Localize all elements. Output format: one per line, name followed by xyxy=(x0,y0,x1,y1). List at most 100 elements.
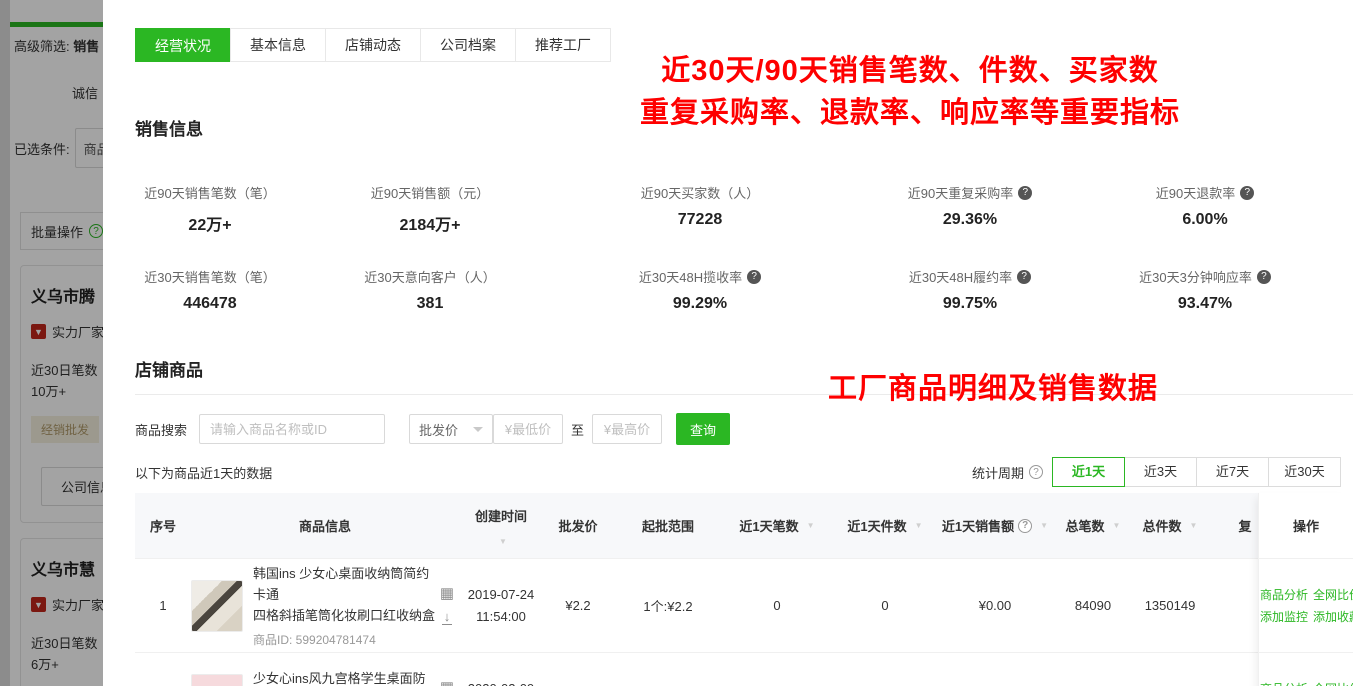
period-selector: 统计周期 ? 近1天 近3天 近7天 近30天 xyxy=(972,457,1341,487)
col-total-orders: 总笔数 ▼ xyxy=(1051,516,1135,535)
cell-created: 2020-02-09 23:13:00 xyxy=(459,681,543,686)
metric-value: 99.75% xyxy=(825,295,1115,313)
row-actions: 商品分析全网比价 添加监控添加收藏 xyxy=(1259,559,1353,653)
col-day-sales-label: 近1天销售额 xyxy=(942,516,1014,535)
metric-refund-rate-90d: 近90天退款率? 6.00% xyxy=(1115,183,1295,235)
price-type-select[interactable]: 批发价 xyxy=(409,414,493,444)
metric-buyers-90d: 近90天买家数（人） 77228 xyxy=(575,183,825,235)
metric-3min-response-30d: 近30天3分钟响应率? 93.47% xyxy=(1115,267,1295,313)
col-day-orders: 近1天笔数 ▼ xyxy=(723,516,831,535)
period-button-group: 近1天 近3天 近7天 近30天 xyxy=(1053,457,1341,487)
help-icon[interactable]: ? xyxy=(1018,519,1032,533)
metric-value: 446478 xyxy=(135,295,285,313)
cell-total-items: 1350149 xyxy=(1135,598,1205,613)
tab-business-status[interactable]: 经营状况 xyxy=(135,28,231,62)
cell-product-info: 少女心ins风九宫格学生桌面防尘抽 屉式收纳盒文具首饰化妆品收纳 ▦ ↓ xyxy=(191,668,459,686)
period-30day-button[interactable]: 近30天 xyxy=(1268,457,1341,487)
metric-label: 近30天3分钟响应率 xyxy=(1139,267,1252,286)
col-day-orders-label: 近1天笔数 xyxy=(739,516,798,535)
price-compare-link[interactable]: 全网比价 xyxy=(1313,588,1353,602)
col-total-items: 总件数▼ xyxy=(1135,516,1205,535)
col-created-label: 创建时间 xyxy=(475,506,527,525)
sort-icon[interactable]: ▼ xyxy=(1113,521,1121,530)
metric-value: 6.00% xyxy=(1115,211,1295,229)
metric-48h-pickup-30d: 近30天48H揽收率? 99.29% xyxy=(575,267,825,313)
row-actions: 商品分析全网比价 添加监控添加收藏 xyxy=(1259,653,1353,686)
col-actions: 操作 xyxy=(1259,493,1353,559)
product-thumbnail[interactable] xyxy=(191,580,243,632)
created-date: 2019-07-24 xyxy=(468,587,535,602)
cell-price: ¥2.2 xyxy=(543,598,613,613)
col-total-orders-label: 总笔数 xyxy=(1066,516,1105,535)
add-favorite-link[interactable]: 添加收藏 xyxy=(1313,610,1353,624)
cell-total-orders: 84090 xyxy=(1051,598,1135,613)
sort-icon[interactable]: ▼ xyxy=(499,537,507,546)
tab-company-profile[interactable]: 公司档案 xyxy=(420,28,516,62)
product-analysis-link[interactable]: 商品分析 xyxy=(1260,682,1308,686)
table-header: 序号 商品信息 创建时间 ▼ 批发价 起批范围 近1天笔数▼ 近1天件数▼ 近1… xyxy=(135,493,1353,559)
col-product-info: 商品信息 xyxy=(191,516,459,535)
period-3day-button[interactable]: 近3天 xyxy=(1124,457,1197,487)
help-icon[interactable]: ? xyxy=(747,270,761,284)
min-price-input[interactable] xyxy=(493,414,563,444)
metric-value: 93.47% xyxy=(1115,295,1295,313)
tab-shop-activity[interactable]: 店铺动态 xyxy=(325,28,421,62)
sort-icon[interactable]: ▼ xyxy=(807,521,815,530)
product-search-input[interactable] xyxy=(199,414,385,444)
qr-code-icon[interactable]: ▦ xyxy=(440,586,454,601)
max-price-input[interactable] xyxy=(592,414,662,444)
annotation-metrics: 近30天/90天销售笔数、件数、买家数 重复采购率、退款率、响应率等重要指标 xyxy=(600,50,1220,134)
col-index: 序号 xyxy=(135,516,191,535)
screen: 高级筛选: 销售 诚信 已选条件: 商品 批量操作 ? 义乌市腾 ▼ 实力厂家 … xyxy=(0,0,1353,686)
metric-label: 近30天48H履约率 xyxy=(909,267,1012,286)
detail-panel: 经营状况 基本信息 店铺动态 公司档案 推荐工厂 近30天/90天销售笔数、件数… xyxy=(103,0,1353,686)
help-icon[interactable]: ? xyxy=(1240,186,1254,200)
product-thumbnail[interactable] xyxy=(191,674,243,686)
table-note-row: 以下为商品近1天的数据 统计周期 ? 近1天 近3天 近7天 近30天 xyxy=(135,457,1353,487)
metric-sales-amount-90d: 近90天销售额（元） 2184万+ xyxy=(285,183,575,235)
metric-label: 近90天买家数（人） xyxy=(641,183,759,202)
product-title-line2: 四格斜插笔筒化妆刷口红收纳盒 xyxy=(253,605,435,626)
sort-icon[interactable]: ▼ xyxy=(915,521,923,530)
period-label: 统计周期 xyxy=(972,463,1024,482)
download-icon[interactable]: ↓ xyxy=(442,610,453,625)
product-analysis-link[interactable]: 商品分析 xyxy=(1260,588,1308,602)
chevron-down-icon xyxy=(473,427,483,432)
sort-icon[interactable]: ▼ xyxy=(1190,521,1198,530)
help-icon[interactable]: ? xyxy=(1017,270,1031,284)
price-compare-link[interactable]: 全网比价 xyxy=(1313,682,1353,686)
tab-basic-info[interactable]: 基本信息 xyxy=(230,28,326,62)
cell-range: 1个:¥2.2 xyxy=(613,596,723,615)
add-monitor-link[interactable]: 添加监控 xyxy=(1260,610,1308,624)
cell-day-sales: ¥0.00 xyxy=(939,598,1051,613)
help-icon[interactable]: ? xyxy=(1257,270,1271,284)
metric-label: 近90天销售笔数（笔） xyxy=(144,183,275,202)
metric-value: 2184万+ xyxy=(285,211,575,235)
col-day-sales: 近1天销售额? ▼ xyxy=(939,516,1051,535)
tab-recommended-factory[interactable]: 推荐工厂 xyxy=(515,28,611,62)
metric-sales-orders-30d: 近30天销售笔数（笔） 446478 xyxy=(135,267,285,313)
help-icon[interactable]: ? xyxy=(1018,186,1032,200)
created-date: 2020-02-09 xyxy=(468,681,535,686)
sort-icon[interactable]: ▼ xyxy=(1040,521,1048,530)
cell-index: 1 xyxy=(135,598,191,613)
period-1day-button[interactable]: 近1天 xyxy=(1052,457,1125,487)
cell-day-items: 0 xyxy=(831,598,939,613)
product-title-line1: 韩国ins 少女心桌面收纳筒简约卡通 xyxy=(253,563,435,605)
product-search-bar: 商品搜索 批发价 至 查询 xyxy=(135,413,1353,445)
period-7day-button[interactable]: 近7天 xyxy=(1196,457,1269,487)
metric-value: 381 xyxy=(285,295,575,313)
table-row: 2 少女心ins风九宫格学生桌面防尘抽 屉式收纳盒文具首饰化妆品收纳 ▦ ↓ xyxy=(135,653,1353,686)
query-button[interactable]: 查询 xyxy=(676,413,730,445)
annotation-line2: 重复采购率、退款率、响应率等重要指标 xyxy=(600,92,1220,134)
cell-day-orders: 0 xyxy=(723,598,831,613)
product-title-line1: 少女心ins风九宫格学生桌面防尘抽 xyxy=(253,668,435,686)
qr-code-icon[interactable]: ▦ xyxy=(440,680,454,686)
metric-label: 近30天48H揽收率 xyxy=(639,267,742,286)
metric-label: 近90天销售额（元） xyxy=(371,183,489,202)
products-table: 序号 商品信息 创建时间 ▼ 批发价 起批范围 近1天笔数▼ 近1天件数▼ 近1… xyxy=(135,493,1353,686)
help-icon[interactable]: ? xyxy=(1029,465,1043,479)
to-label: 至 xyxy=(571,420,584,439)
annotation-products: 工厂商品明细及销售数据 xyxy=(778,368,1208,410)
col-created: 创建时间 ▼ xyxy=(459,506,543,546)
